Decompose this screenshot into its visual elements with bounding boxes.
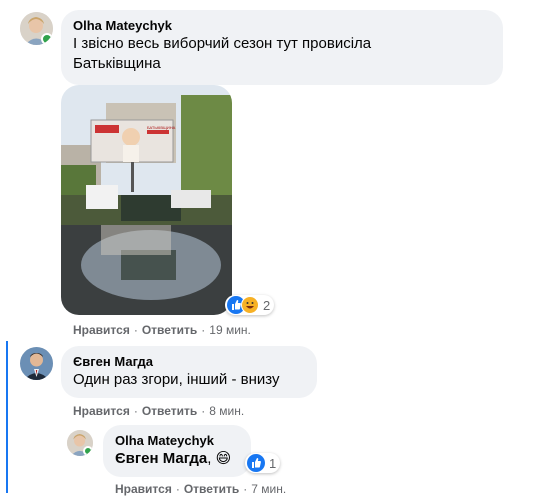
reply-button[interactable]: Ответить — [142, 404, 197, 418]
like-icon — [247, 454, 265, 472]
comment-reactions[interactable]: 1 — [245, 453, 281, 473]
billboard-text: БАТЬКІВЩИНА — [147, 125, 176, 130]
reply-button[interactable]: Ответить — [184, 482, 239, 496]
reaction-count: 1 — [269, 455, 277, 471]
comment-author[interactable]: Olha Mateychyk — [115, 433, 239, 449]
comment-text: Євген Магда, 😄 — [115, 449, 239, 469]
comment-text: І звісно весь виборчий сезон тут провисі… — [73, 35, 372, 72]
comment-actions: Нравится · Ответить · 19 мин. — [73, 323, 251, 337]
like-button[interactable]: Нравится — [115, 482, 172, 496]
avatar-olha-reply[interactable] — [67, 430, 93, 456]
online-status-dot — [41, 33, 53, 45]
comment-bubble: Євген Магда Один раз згори, інший - вниз… — [61, 346, 317, 398]
timestamp[interactable]: 19 мин. — [209, 323, 251, 337]
laughing-emoji: 😄 — [215, 450, 232, 467]
online-status-dot — [83, 446, 93, 456]
avatar-yevhen[interactable] — [20, 347, 53, 380]
comment-photo[interactable]: БАТЬКІВЩИНА — [61, 85, 232, 315]
reply-thread-line — [6, 341, 8, 493]
like-button[interactable]: Нравится — [73, 323, 130, 337]
timestamp[interactable]: 8 мин. — [209, 404, 244, 418]
like-button[interactable]: Нравится — [73, 404, 130, 418]
mention-link[interactable]: Євген Магда — [115, 450, 207, 467]
street-billboard-photo: БАТЬКІВЩИНА — [61, 85, 232, 315]
comment-actions: Нравится · Ответить · 7 мин. — [115, 482, 287, 496]
timestamp[interactable]: 7 мин. — [251, 482, 286, 496]
comment-actions: Нравится · Ответить · 8 мин. — [73, 404, 245, 418]
comment-reactions[interactable]: 2 — [225, 295, 275, 315]
comment-author[interactable]: Євген Магда — [73, 354, 305, 370]
haha-icon — [241, 296, 259, 314]
reaction-count: 2 — [263, 297, 271, 313]
avatar-yevhen-image — [20, 347, 53, 380]
comment-bubble: Olha Mateychyk І звісно весь виборчий се… — [61, 10, 503, 85]
comment-text: Один раз згори, інший - внизу — [73, 371, 280, 388]
comment-author[interactable]: Olha Mateychyk — [73, 18, 491, 34]
comment-suffix: , — [207, 450, 212, 467]
comment-bubble: Olha Mateychyk Євген Магда, 😄 — [103, 425, 251, 477]
reply-button[interactable]: Ответить — [142, 323, 197, 337]
avatar-olha[interactable] — [20, 12, 53, 45]
